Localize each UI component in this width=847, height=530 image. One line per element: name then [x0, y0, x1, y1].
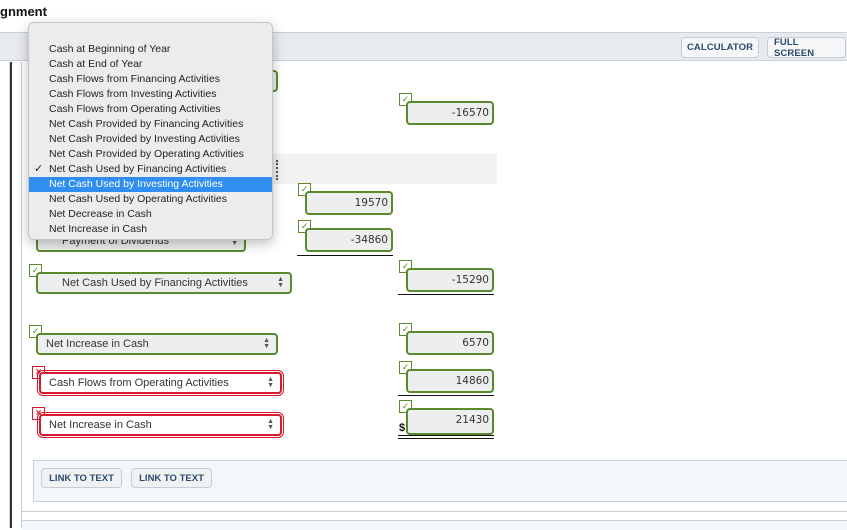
dropdown-option[interactable]: Net Cash Used by Investing Activities: [29, 177, 272, 192]
dropdown-option[interactable]: Cash at Beginning of Year: [29, 42, 272, 57]
double-underline: [398, 435, 494, 439]
net-change-select[interactable]: Net Increase in Cash ▲ ▼: [36, 333, 278, 355]
dropdown-option[interactable]: Net Cash Provided by Financing Activitie…: [29, 117, 272, 132]
dropdown-option[interactable]: Net Cash Provided by Investing Activitie…: [29, 132, 272, 147]
scroll-divider: [10, 62, 12, 528]
up-down-arrows-icon: ▲▼: [277, 276, 284, 289]
dropdown-option-label: Cash at End of Year: [49, 58, 143, 70]
dropdown-option[interactable]: Cash Flows from Financing Activities: [29, 72, 272, 87]
dropdown-option-label: Net Cash Used by Financing Activities: [49, 163, 227, 175]
select-value: Net Increase in Cash: [49, 419, 152, 431]
select-value: Net Cash Used by Financing Activities: [62, 277, 248, 289]
dropdown-option-label: Cash Flows from Investing Activities: [49, 88, 217, 100]
dropdown-option-label: Net Cash Provided by Investing Activitie…: [49, 133, 240, 145]
financing-total-input[interactable]: -15290: [406, 268, 494, 292]
financing-total-select[interactable]: Net Cash Used by Financing Activities ▲ ▼: [36, 272, 292, 294]
dropdown-option-label: Net Cash Provided by Financing Activitie…: [49, 118, 244, 130]
link-panel: LINK TO TEXT LINK TO TEXT: [33, 460, 847, 502]
cash-end-select[interactable]: Net Increase in Cash ▲ ▼: [37, 412, 284, 438]
dropdown-option-label: Cash at Beginning of Year: [49, 43, 171, 55]
full-screen-button[interactable]: FULL SCREEN: [767, 37, 846, 59]
select-value: Cash Flows from Operating Activities: [49, 377, 229, 389]
subtotal-underline: [398, 395, 494, 396]
dividends-amount-input[interactable]: -34860: [305, 228, 393, 252]
outer-frame: [0, 62, 10, 528]
checkmark-icon: ✓: [34, 163, 44, 175]
dropdown-option[interactable]: Net Decrease in Cash: [29, 207, 272, 222]
dropdown-option[interactable]: Cash at End of Year: [29, 57, 272, 72]
dropdown-option-label: Cash Flows from Financing Activities: [49, 73, 220, 85]
link-to-text-button-1[interactable]: LINK TO TEXT: [41, 468, 122, 488]
calculator-button[interactable]: CALCULATOR: [681, 37, 759, 58]
link-to-text-button-2[interactable]: LINK TO TEXT: [131, 468, 212, 488]
dropdown-option-label: Net Decrease in Cash: [49, 208, 152, 220]
dropdown-option-label: Net Cash Used by Operating Activities: [49, 193, 227, 205]
dropdown-option[interactable]: Net Increase in Cash: [29, 222, 272, 237]
dropdown-option-label: Net Cash Provided by Operating Activitie…: [49, 148, 244, 160]
dropdown-option-label: Net Increase in Cash: [49, 223, 148, 235]
panel-divider: [22, 511, 847, 512]
cash-beginning-select[interactable]: Cash Flows from Operating Activities ▲ ▼: [37, 370, 284, 396]
content-border: [21, 62, 22, 528]
cash-beginning-input[interactable]: 14860: [406, 369, 494, 393]
dropdown-option[interactable]: Cash Flows from Operating Activities: [29, 102, 272, 117]
select-value: Net Increase in Cash: [46, 338, 149, 350]
total-underline: [398, 294, 494, 295]
account-dropdown-menu[interactable]: Cash at Beginning of Year Cash at End of …: [28, 22, 273, 240]
net-change-input[interactable]: 6570: [406, 331, 494, 355]
cash-end-input[interactable]: 21430: [406, 408, 494, 435]
dropdown-option[interactable]: ✓ Net Cash Used by Financing Activities: [29, 162, 272, 177]
up-down-arrows-icon: ▲▼: [267, 418, 274, 431]
section-header-row: [272, 154, 497, 184]
dropdown-option[interactable]: Net Cash Provided by Operating Activitie…: [29, 147, 272, 162]
financing-item-amount-input[interactable]: 19570: [305, 191, 393, 215]
dropdown-option[interactable]: Net Cash Used by Operating Activities: [29, 192, 272, 207]
up-down-arrows-icon: ▲▼: [263, 337, 270, 350]
investing-total-input[interactable]: -16570: [406, 101, 494, 125]
dropdown-option[interactable]: Cash Flows from Investing Activities: [29, 87, 272, 102]
page-title: gnment: [0, 4, 47, 19]
dropdown-option-label: Net Cash Used by Investing Activities: [49, 178, 223, 190]
dropdown-option-label: Cash Flows from Operating Activities: [49, 103, 221, 115]
next-panel: [22, 520, 847, 530]
up-down-arrows-icon: ▲▼: [267, 376, 274, 389]
currency-symbol: $: [399, 422, 406, 434]
subtotal-underline: [297, 255, 393, 256]
